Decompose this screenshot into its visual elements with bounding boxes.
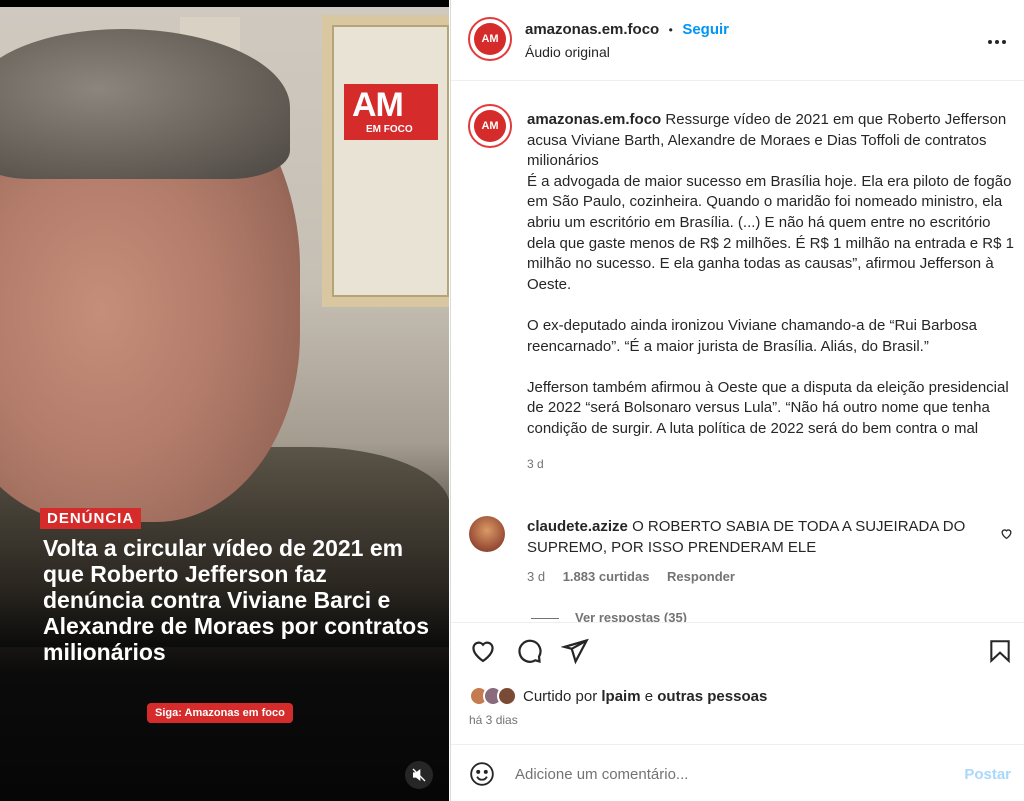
reply-button[interactable]: Responder: [667, 569, 735, 584]
commenter-username[interactable]: claudete.azize: [527, 518, 628, 535]
instagram-post-view: AM EM FOCO DENÚNCIA Volta a circular víd…: [0, 0, 1024, 801]
more-horizontal-icon: [988, 40, 1006, 44]
caption-avatar[interactable]: AM: [468, 104, 512, 148]
comment-button[interactable]: [515, 637, 543, 670]
denuncia-tag: DENÚNCIA: [40, 508, 142, 529]
audio-label[interactable]: Áudio original: [525, 44, 610, 60]
liked-others-link[interactable]: outras pessoas: [657, 688, 767, 705]
heart-icon: [472, 641, 494, 663]
emoji-icon: [470, 762, 494, 786]
post-comment-button[interactable]: Postar: [964, 766, 1011, 783]
follow-banner: Siga: Amazonas em foco: [147, 703, 293, 723]
liker-avatar[interactable]: [497, 686, 517, 706]
post-actions: Curtido por lpaim e outras pessoas há 3 …: [451, 622, 1024, 744]
post-age[interactable]: há 3 dias: [469, 713, 518, 727]
post-details-panel: AM amazonas.em.foco • Seguir Áudio origi…: [450, 0, 1024, 801]
am-em-foco-logo: AM EM FOCO: [344, 84, 438, 140]
commenter-avatar[interactable]: [469, 516, 505, 552]
save-button[interactable]: [987, 637, 1013, 670]
comments-scroll-area[interactable]: AM amazonas.em.foco Ressurge vídeo de 20…: [451, 82, 1024, 622]
share-icon: [560, 638, 589, 665]
comment-likes[interactable]: 1.883 curtidas: [563, 569, 650, 584]
bookmark-icon: [990, 640, 1010, 664]
caption-age[interactable]: 3 d: [527, 454, 1017, 475]
comment-input[interactable]: Adicione um comentário...: [515, 766, 688, 783]
share-button[interactable]: [560, 637, 589, 670]
more-options-button[interactable]: [987, 28, 1007, 51]
mute-button[interactable]: [405, 761, 433, 789]
author-avatar[interactable]: AM: [468, 17, 512, 61]
author-username[interactable]: amazonas.em.foco: [525, 21, 659, 38]
liked-by: Curtido por lpaim e outras pessoas: [469, 686, 767, 706]
comment-meta: 3 d 1.883 curtidas Responder: [527, 569, 735, 584]
post-caption: amazonas.em.foco Ressurge vídeo de 2021 …: [527, 110, 1017, 474]
video-headline: Volta a circular vídeo de 2021 em que Ro…: [43, 535, 429, 665]
follow-button[interactable]: Seguir: [682, 21, 729, 38]
emoji-button[interactable]: [469, 761, 495, 792]
video-player[interactable]: AM EM FOCO DENÚNCIA Volta a circular víd…: [0, 0, 449, 801]
caption-username[interactable]: amazonas.em.foco: [527, 111, 661, 128]
comment-icon: [518, 639, 542, 663]
liked-user-link[interactable]: lpaim: [601, 688, 640, 705]
like-button[interactable]: [469, 637, 497, 670]
view-replies-button[interactable]: Ver respostas (35): [531, 610, 687, 622]
speaker-muted-icon: [412, 768, 426, 782]
post-header: AM amazonas.em.foco • Seguir Áudio origi…: [451, 0, 1024, 81]
add-comment-bar: Adicione um comentário... Postar: [451, 744, 1024, 801]
heart-icon: [1001, 529, 1012, 540]
comment-like-button[interactable]: [1000, 527, 1013, 545]
wall-picture-frame: [322, 15, 449, 307]
comment-item: claudete.azize O ROBERTO SABIA DE TODA A…: [527, 518, 966, 556]
